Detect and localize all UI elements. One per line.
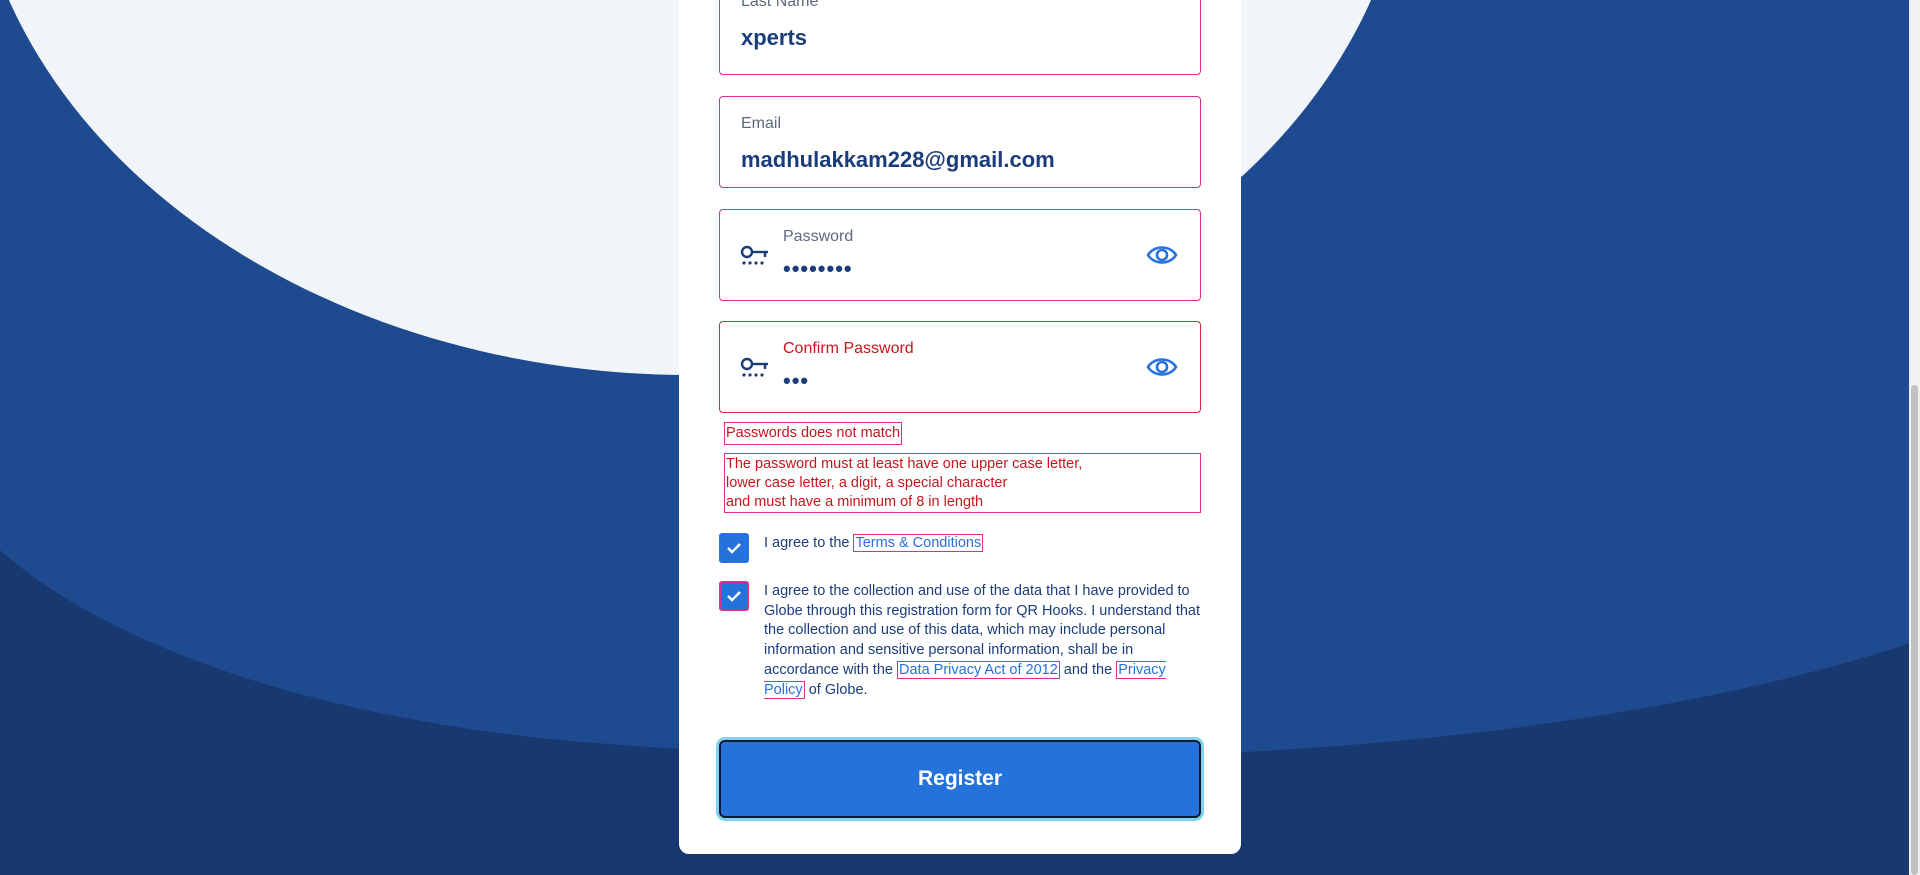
terms-conditions-link[interactable]: Terms & Conditions	[853, 534, 984, 552]
confirm-password-value: •••	[783, 368, 810, 393]
scrollbar-thumb[interactable]	[1911, 385, 1918, 875]
password-rules-line: and must have a minimum of 8 in length	[726, 494, 984, 510]
last-name-value: xperts	[741, 25, 808, 50]
checkmark-icon	[727, 543, 741, 554]
password-rules-line: The password must at least have one uppe…	[726, 456, 1083, 472]
password-label: Password	[783, 228, 854, 245]
last-name-label: Last Name	[741, 0, 819, 10]
confirm-password-field[interactable]: Confirm Password •••	[719, 321, 1201, 413]
eye-icon[interactable]	[1146, 354, 1178, 380]
key-icon	[740, 245, 768, 265]
register-button[interactable]: Register	[719, 740, 1201, 818]
password-rules-line: lower case letter, a digit, a special ch…	[726, 475, 1008, 491]
terms-agreement: I agree to the Terms & Conditions	[764, 534, 984, 554]
password-value: ••••••••	[783, 256, 853, 281]
last-name-field[interactable]: Last Name xperts	[719, 0, 1201, 75]
confirm-password-label: Confirm Password	[783, 340, 914, 357]
checkmark-icon	[727, 591, 741, 602]
privacy-consent-checkbox[interactable]	[719, 581, 749, 611]
password-field[interactable]: Password ••••••••	[719, 209, 1201, 301]
terms-prefix: I agree to the	[764, 535, 854, 551]
privacy-text-part: and the	[1059, 661, 1117, 678]
registration-card: Last Name xperts Email madhulakkam228@gm…	[679, 0, 1241, 854]
email-field[interactable]: Email madhulakkam228@gmail.com	[719, 96, 1201, 188]
privacy-consent-text: I agree to the collection and use of the…	[764, 582, 1209, 700]
data-privacy-act-link[interactable]: Data Privacy Act of 2012	[897, 660, 1060, 679]
terms-checkbox[interactable]	[719, 533, 749, 563]
scrollbar[interactable]	[1909, 0, 1920, 875]
privacy-text-part: of Globe.	[804, 681, 868, 698]
password-rules-error: The password must at least have one uppe…	[724, 453, 1201, 513]
email-value: madhulakkam228@gmail.com	[741, 147, 1055, 172]
password-mismatch-error: Passwords does not match	[724, 422, 903, 445]
email-label: Email	[741, 115, 782, 132]
eye-icon[interactable]	[1146, 242, 1178, 268]
key-icon	[740, 357, 768, 377]
